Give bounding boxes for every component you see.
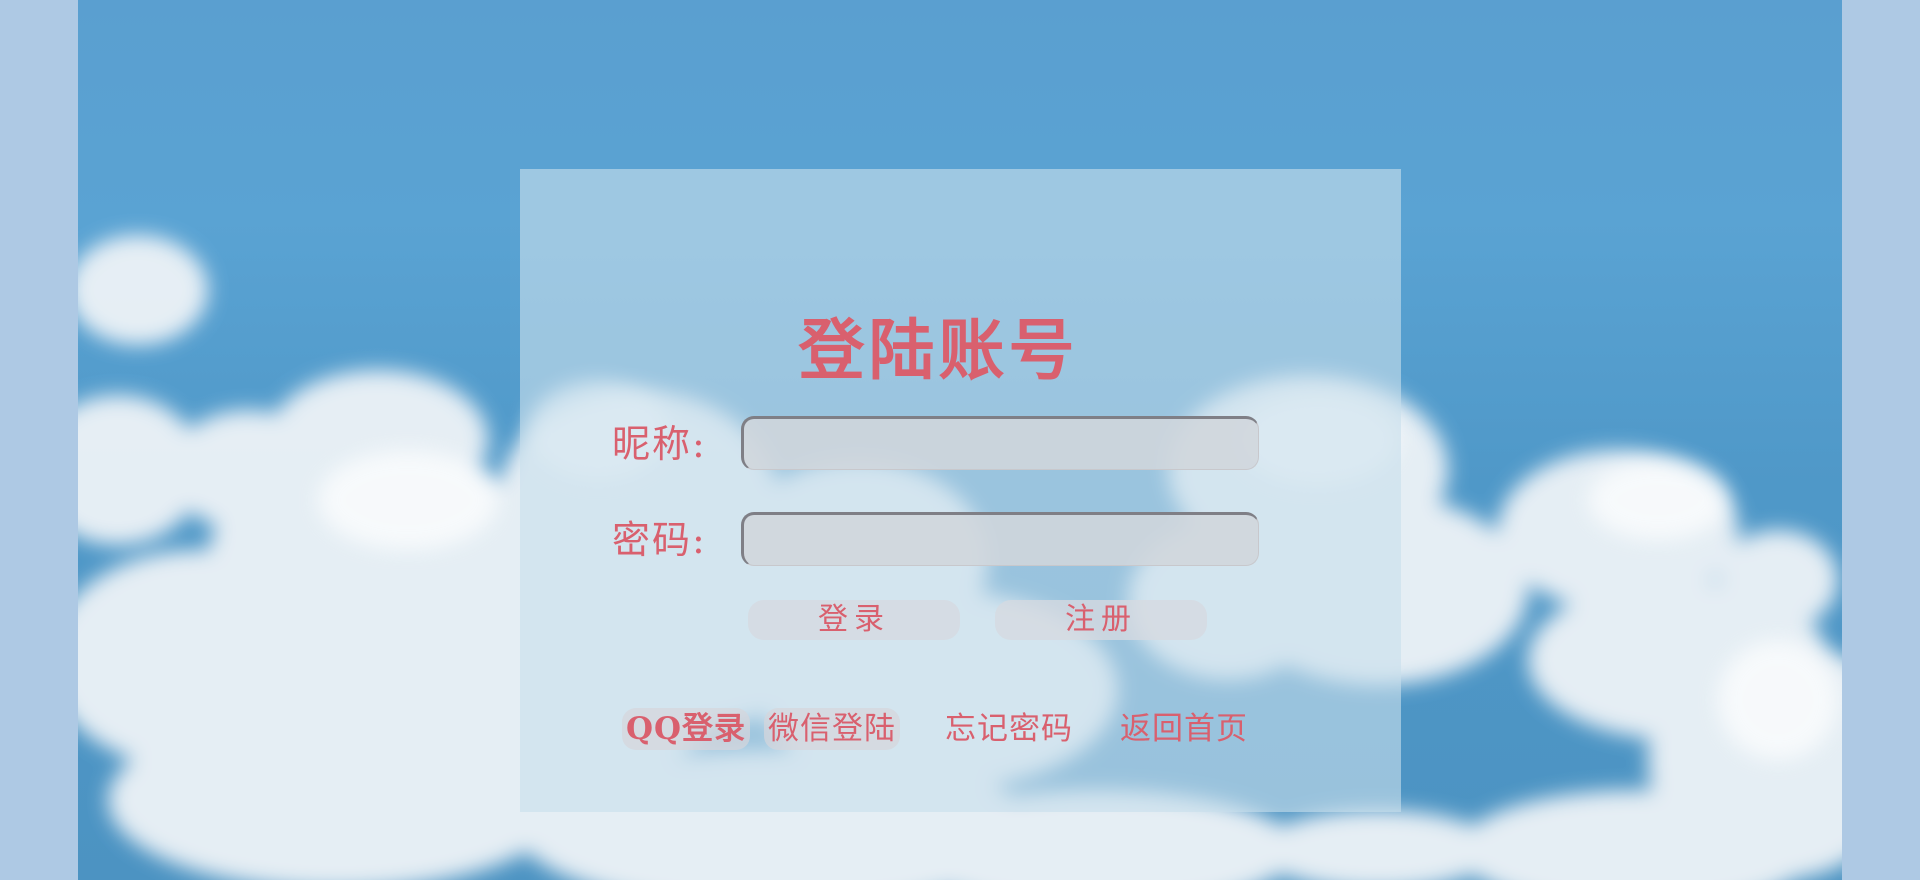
- login-page: 登陆账号 昵称: 密码: 登录 注册 QQ登录 微信登陆 忘记密码 返回首页: [0, 0, 1920, 880]
- qq-login-link[interactable]: QQ登录: [622, 708, 751, 750]
- forgot-password-link[interactable]: 忘记密码: [945, 708, 1073, 750]
- wechat-login-link[interactable]: 微信登陆: [764, 708, 900, 750]
- back-home-link[interactable]: 返回首页: [1120, 708, 1248, 750]
- page-title: 登陆账号: [798, 311, 1079, 389]
- register-button[interactable]: 注册: [995, 600, 1207, 640]
- nickname-label: 昵称:: [612, 422, 707, 466]
- password-input[interactable]: [741, 512, 1259, 566]
- password-label: 密码:: [612, 518, 707, 562]
- login-button[interactable]: 登录: [748, 600, 960, 640]
- nickname-input[interactable]: [741, 416, 1259, 470]
